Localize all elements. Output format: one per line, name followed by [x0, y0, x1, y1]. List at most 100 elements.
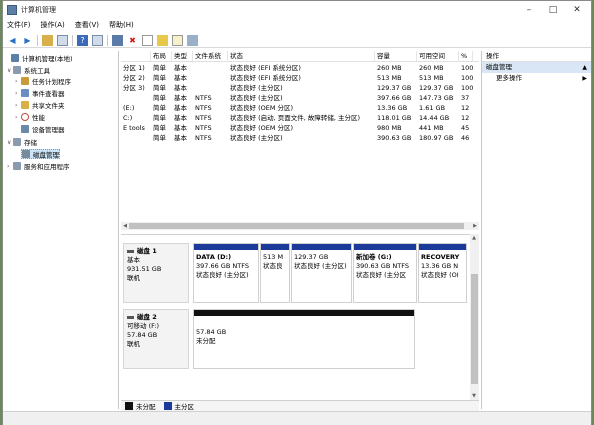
tree-item-system-tools[interactable]: ∨ 系统工具	[7, 65, 50, 75]
disk-row[interactable]: 磁盘 2 可移动 (F:) 57.84 GB 联机 57.84 GB 未分配	[123, 309, 467, 369]
minimize-button[interactable]: –	[517, 1, 541, 18]
scroll-right-icon[interactable]: ▶	[471, 222, 479, 230]
disk-type: 基本	[127, 256, 140, 264]
tree-item-performance[interactable]: › 性能	[15, 112, 45, 122]
tree-item-storage[interactable]: ∨ 存储	[7, 137, 37, 147]
table-row[interactable]: 简单 基本 NTFS 状态良好 (主分区) 390.63 GB 180.97 GB 46	[121, 133, 479, 143]
collapse-icon[interactable]: ▲	[582, 62, 587, 73]
disk-pane-vertical-scrollbar[interactable]: ▲ ▼	[470, 234, 479, 400]
table-row[interactable]: (E:) 简单 基本 NTFS 状态良好 (OEM 分区) 13.36 GB 1.61 GB…	[121, 103, 479, 113]
export-icon[interactable]	[157, 34, 168, 46]
close-button[interactable]: ✕	[565, 1, 589, 18]
legend: 未分配 主分区	[121, 400, 479, 411]
maximize-button[interactable]: □	[541, 1, 565, 18]
column-header-filesystem[interactable]: 文件系统	[193, 51, 228, 62]
tree-item-services-apps[interactable]: › 服务和应用程序	[7, 161, 70, 171]
app-icon	[7, 4, 17, 15]
rescan-icon[interactable]	[142, 34, 153, 46]
tree-item-event-viewer[interactable]: › 事件查看器	[15, 88, 65, 98]
disk-info[interactable]: 磁盘 1 基本 931.51 GB 联机	[123, 243, 189, 303]
disk-status: 联机	[127, 340, 140, 348]
actions-pane: 操作 磁盘管理 ▲ 更多操作 ▶	[481, 51, 591, 409]
partition-name: DATA (D:)	[196, 253, 232, 261]
partition-block[interactable]: 新加卷 (G:) 390.63 GB NTFS 状态良好 (主分区	[353, 243, 417, 303]
table-row[interactable]: E tools 简单 基本 NTFS 状态良好 (OEM 分区) 980 MB 441 MB…	[121, 123, 479, 133]
disk-row[interactable]: 磁盘 1 基本 931.51 GB 联机 DATA (D:) 397.66 GB …	[123, 243, 467, 303]
scrollbar-thumb[interactable]	[129, 223, 464, 229]
more-actions[interactable]: 更多操作 ▶	[482, 73, 591, 84]
actions-section-disk-management[interactable]: 磁盘管理 ▲	[482, 62, 591, 73]
partition-status: 状态良好 (主分区)	[294, 262, 347, 270]
partition-block[interactable]: DATA (D:) 397.66 GB NTFS 状态良好 (主分区)	[193, 243, 259, 303]
partition-block[interactable]: 513 M 状态良	[260, 243, 290, 303]
disk-management-icon	[22, 150, 30, 158]
table-row[interactable]: C:) 简单 基本 NTFS 状态良好 (启动, 页面文件, 故障转储, 主分区) 118…	[121, 113, 479, 123]
menu-action[interactable]: 操作(A)	[41, 20, 65, 30]
back-icon[interactable]: ◀	[7, 35, 18, 46]
performance-icon	[21, 113, 29, 121]
tree-item-computer-management[interactable]: 计算机管理(本地)	[5, 53, 73, 63]
disk-type: 可移动 (F:)	[127, 322, 160, 330]
menu-view[interactable]: 查看(V)	[75, 20, 99, 30]
legend-unallocated: 未分配	[136, 403, 156, 411]
partition-size: 129.37 GB	[294, 253, 329, 261]
partition-size: 513 M	[263, 253, 284, 261]
show-tree-icon[interactable]	[57, 34, 68, 46]
up-folder-icon[interactable]	[42, 34, 53, 46]
disk-size: 931.51 GB	[127, 265, 162, 273]
column-header-percent-free[interactable]: %	[459, 51, 473, 62]
help-icon[interactable]: ?	[77, 34, 88, 46]
column-header-layout[interactable]: 布局	[151, 51, 172, 62]
disk-icon[interactable]	[187, 34, 198, 46]
menu-file[interactable]: 文件(F)	[7, 20, 31, 30]
volume-list-header: 布局 类型 文件系统 状态 容量 可用空间 %	[121, 51, 479, 62]
partition-size: 13.36 GB N	[421, 262, 459, 270]
disk-size: 57.84 GB	[127, 331, 158, 339]
column-header-free-space[interactable]: 可用空间	[417, 51, 459, 62]
partition-size: 397.66 GB NTFS	[196, 262, 249, 270]
column-header-status[interactable]: 状态	[228, 51, 375, 62]
partition-block[interactable]: RECOVERY 13.36 GB N 状态良好 (OI	[418, 243, 467, 303]
menu-help[interactable]: 帮助(H)	[109, 20, 134, 30]
table-row[interactable]: 分区 2) 简单 基本 状态良好 (EFI 系统分区) 513 MB 513 MB 100	[121, 73, 479, 83]
scroll-up-icon[interactable]: ▲	[470, 234, 478, 242]
scroll-down-icon[interactable]: ▼	[470, 392, 478, 400]
partition-status: 状态良好 (主分区)	[196, 271, 249, 279]
scrollbar-thumb[interactable]	[471, 274, 478, 384]
volume-list-horizontal-scrollbar[interactable]: ◀ ▶	[121, 222, 479, 230]
column-header-type[interactable]: 类型	[172, 51, 193, 62]
tree-item-device-manager[interactable]: 设备管理器	[15, 124, 65, 134]
partition-status: 状态良好 (主分区	[356, 271, 407, 279]
properties-icon[interactable]	[92, 34, 103, 46]
table-row[interactable]: 简单 基本 NTFS 状态良好 (主分区) 397.66 GB 147.73 GB 37	[121, 93, 479, 103]
partition-size: 57.84 GB	[196, 328, 227, 336]
column-header-volume[interactable]	[121, 51, 151, 62]
clock-icon	[21, 77, 29, 85]
partition-block[interactable]: 129.37 GB 状态良好 (主分区)	[291, 243, 352, 303]
disk-info[interactable]: 磁盘 2 可移动 (F:) 57.84 GB 联机	[123, 309, 189, 369]
delete-icon[interactable]: ✖	[127, 35, 138, 46]
shared-folder-icon	[21, 101, 29, 109]
table-row[interactable]: 分区 3) 简单 基本 状态良好 (主分区) 129.37 GB 129.37 GB 100	[121, 83, 479, 93]
volume-list: 布局 类型 文件系统 状态 容量 可用空间 % 分区 1) 简单 基本 状态良好 (E…	[121, 51, 479, 233]
legend-primary: 主分区	[174, 403, 195, 411]
partition-name: RECOVERY	[421, 253, 460, 261]
device-manager-icon	[21, 125, 29, 133]
tree-item-disk-management[interactable]: 磁盘管理	[21, 149, 60, 159]
column-header-capacity[interactable]: 容量	[375, 51, 417, 62]
forward-icon[interactable]: ▶	[22, 35, 33, 46]
navigation-tree: 计算机管理(本地) ∨ 系统工具 › 任务计划程序 › 事件查看器 › 共享文件…	[3, 51, 119, 409]
partition-block[interactable]: 57.84 GB 未分配	[193, 309, 415, 369]
table-row[interactable]: 分区 1) 简单 基本 状态良好 (EFI 系统分区) 260 MB 260 MB 100	[121, 63, 479, 73]
partition-size: 390.63 GB NTFS	[356, 262, 409, 270]
toolbar: ◀ ▶ ? ✖	[3, 33, 591, 48]
window-title: 计算机管理	[21, 5, 56, 14]
scroll-left-icon[interactable]: ◀	[121, 222, 129, 230]
tree-item-shared-folders[interactable]: › 共享文件夹	[15, 100, 65, 110]
disk-layout-pane: 磁盘 1 基本 931.51 GB 联机 DATA (D:) 397.66 GB …	[121, 234, 479, 400]
tree-item-task-scheduler[interactable]: › 任务计划程序	[15, 76, 71, 86]
disk-name: 磁盘 1	[137, 247, 157, 255]
new-icon[interactable]	[172, 34, 183, 46]
connect-icon[interactable]	[112, 34, 123, 46]
computer-icon	[11, 54, 19, 62]
